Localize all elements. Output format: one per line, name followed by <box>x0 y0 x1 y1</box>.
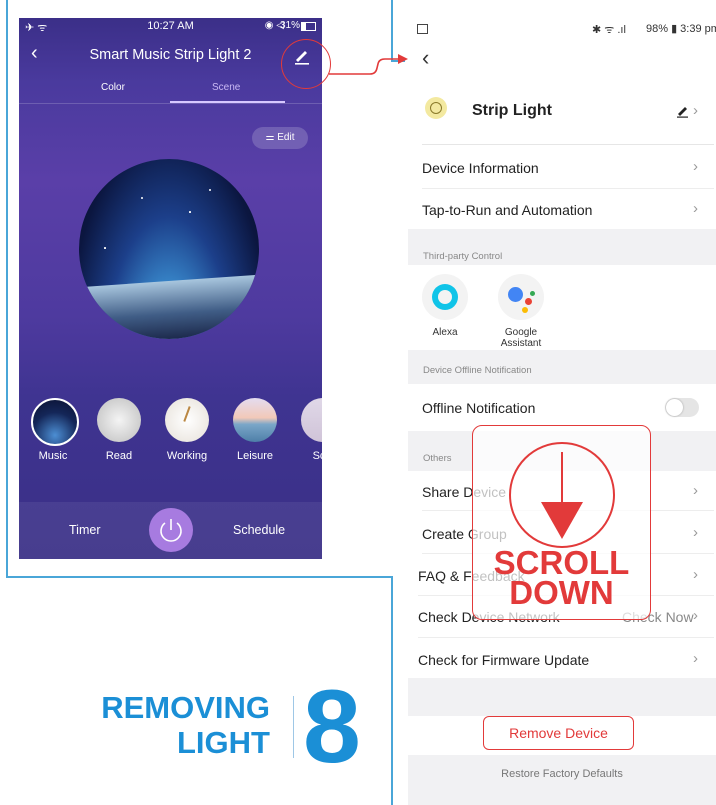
status-battery: 31% <box>279 20 300 31</box>
highlight-circle <box>281 39 331 89</box>
caption-line2: LIGHT <box>177 725 270 760</box>
device-name: Strip Light <box>472 102 552 119</box>
left-phone-screen: ✈ ᯤ 10:27 AM ◉ ◁ 31% ‹ Smart Music Strip… <box>19 18 322 559</box>
alexa-label: Alexa <box>432 327 458 338</box>
scene-label-working: Working <box>166 450 208 462</box>
scene-label-music: Music <box>38 450 68 462</box>
caption-divider <box>293 696 294 758</box>
power-button[interactable] <box>149 508 193 552</box>
others-label: Others <box>423 453 452 464</box>
frame-line-divider <box>391 576 393 805</box>
schedule-button[interactable]: Schedule <box>233 523 285 537</box>
offline-toggle[interactable] <box>665 398 699 417</box>
chevron-right-icon: › <box>693 102 698 119</box>
scroll-arrow-circle <box>509 442 615 548</box>
pointer-arrow <box>329 54 408 75</box>
scene-music[interactable] <box>31 398 79 446</box>
scene-label-leisure: Leisure <box>236 450 274 462</box>
alexa-icon <box>432 284 458 310</box>
caption-line1: REMOVING <box>101 690 270 725</box>
sliders-icon: ⚌ <box>265 132 275 143</box>
chevron-right-icon: › <box>693 524 698 541</box>
arrow-down-icon <box>541 452 583 539</box>
chevron-right-icon: › <box>693 482 698 499</box>
scene-read[interactable] <box>97 398 141 442</box>
scene-label-partial: Sc <box>312 450 322 462</box>
battery-icon <box>301 22 316 31</box>
timer-button[interactable]: Timer <box>69 523 100 537</box>
offline-section-label: Device Offline Notification <box>423 365 532 376</box>
scene-working[interactable] <box>165 398 209 442</box>
divider <box>422 188 714 189</box>
alexa-button[interactable] <box>422 274 468 320</box>
chevron-right-icon: › <box>693 200 698 217</box>
status-signal-icons: ✱ ᯤ .ıl <box>592 24 626 36</box>
status-right: 98% ▮ 3:39 pm <box>646 23 716 35</box>
divider <box>418 637 714 638</box>
google-assistant-label: Google Assistant <box>500 327 542 349</box>
device-title: Smart Music Strip Light 2 <box>89 47 252 63</box>
chevron-right-icon: › <box>693 607 698 624</box>
edit-label: Edit <box>277 132 295 143</box>
tab-divider <box>19 103 322 104</box>
tab-scene[interactable]: Scene <box>212 82 240 93</box>
section-band <box>408 678 716 716</box>
scroll-down-overlay: SCROLL DOWN <box>472 425 651 620</box>
tab-color[interactable]: Color <box>101 82 125 93</box>
scene-label-read: Read <box>105 450 133 462</box>
google-assistant-button[interactable] <box>498 274 544 320</box>
section-band <box>408 755 716 805</box>
frame-line-bottom <box>6 576 392 578</box>
chevron-right-icon: › <box>693 158 698 175</box>
bulb-icon <box>425 97 447 119</box>
scroll-label-line2: DOWN <box>509 574 614 611</box>
tap-to-run-row[interactable]: Tap-to-Run and Automation <box>422 202 592 218</box>
divider <box>422 144 714 145</box>
remove-device-button[interactable]: Remove Device <box>483 716 634 750</box>
scene-preview-circle <box>79 159 259 339</box>
chevron-right-icon: › <box>693 566 698 583</box>
third-party-label: Third-party Control <box>423 251 503 262</box>
rename-pencil-icon[interactable] <box>676 104 690 118</box>
scene-partial[interactable] <box>301 398 322 442</box>
chevron-right-icon: › <box>693 650 698 667</box>
back-chevron-icon[interactable]: ‹ <box>422 45 429 71</box>
right-phone-screen: ✱ ᯤ .ıl 98% ▮ 3:39 pm ‹ Strip Light › De… <box>408 18 716 805</box>
scene-leisure[interactable] <box>233 398 277 442</box>
offline-notification-row: Offline Notification <box>422 400 536 416</box>
step-number: 8 <box>303 669 361 785</box>
power-icon <box>160 519 182 542</box>
firmware-update-row[interactable]: Check for Firmware Update <box>418 652 589 668</box>
frame-line-left <box>6 0 8 577</box>
scene-edit-button[interactable]: ⚌ Edit <box>252 127 308 149</box>
device-information-row[interactable]: Device Information <box>422 160 539 176</box>
caption-title: REMOVING LIGHT <box>60 690 270 760</box>
restore-factory-defaults-link[interactable]: Restore Factory Defaults <box>408 768 716 780</box>
gallery-icon <box>417 24 428 34</box>
google-assistant-icon <box>508 287 523 302</box>
